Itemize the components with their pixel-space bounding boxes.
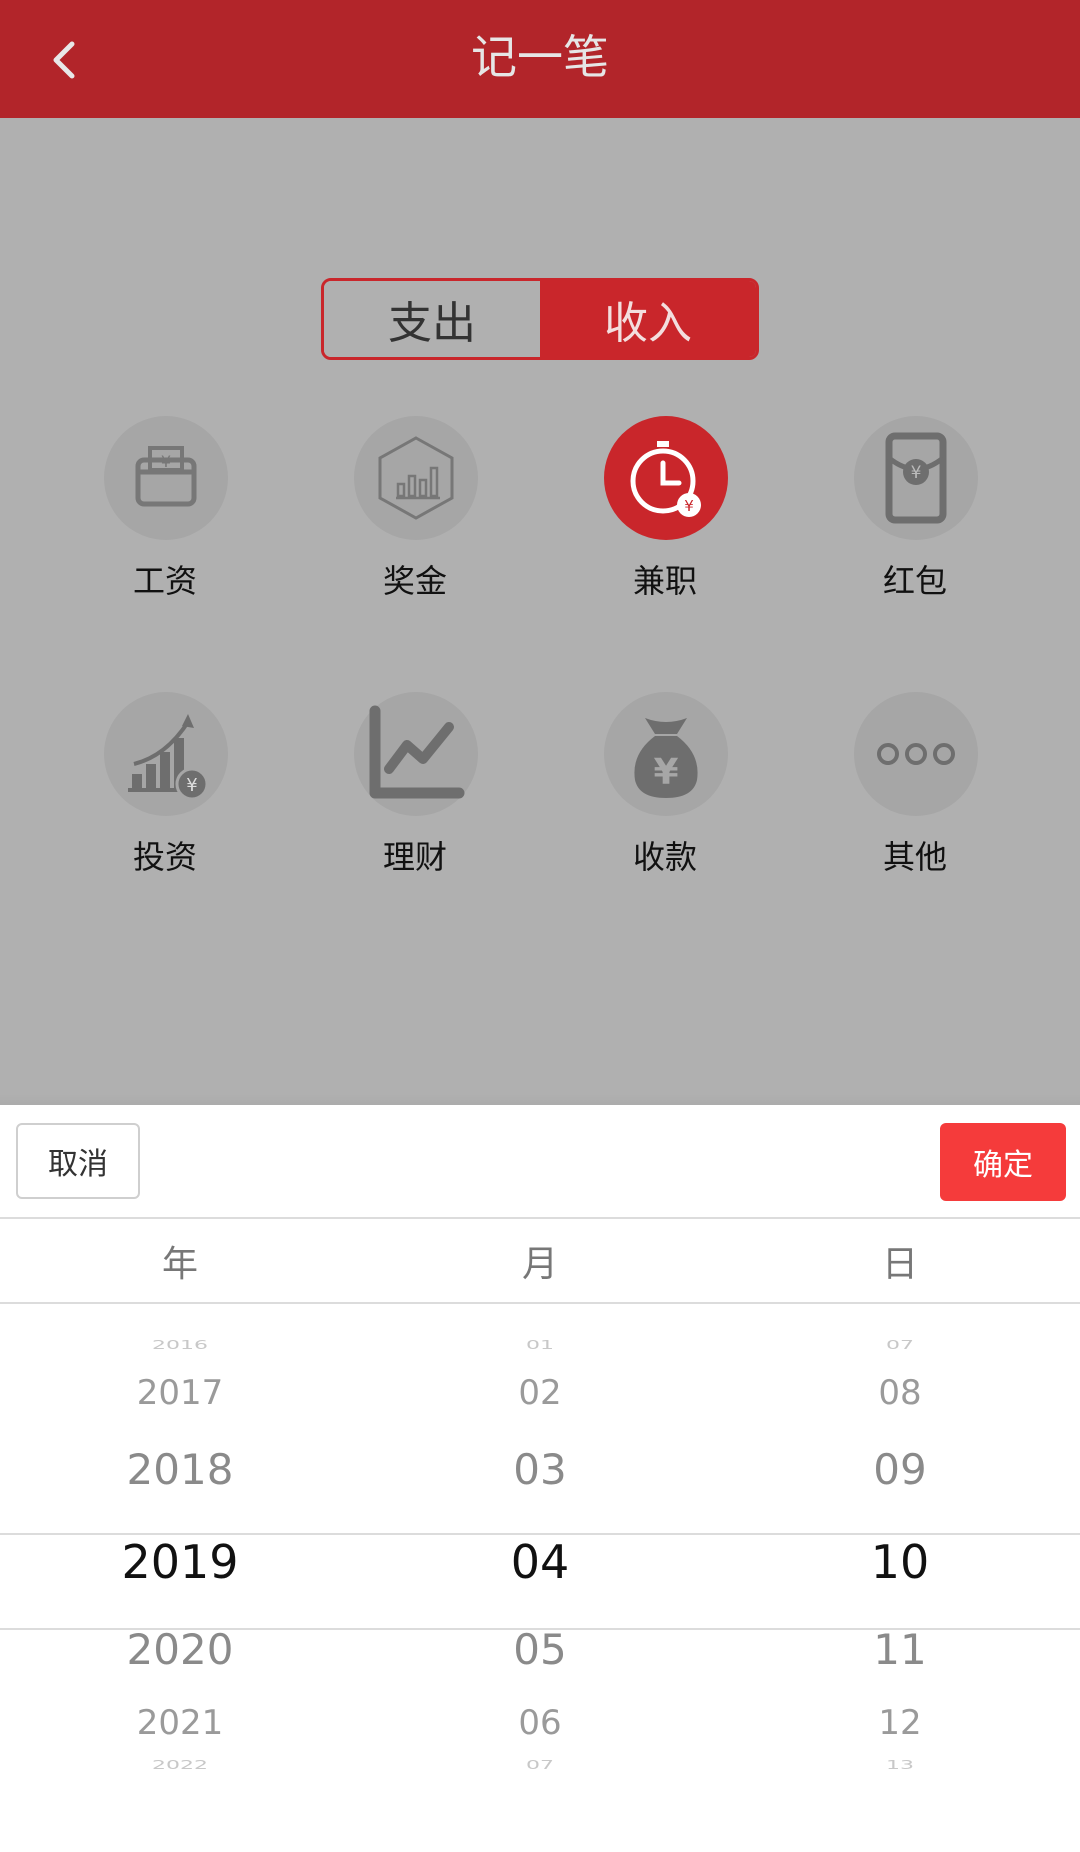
- category-invest-circle: ¥: [104, 692, 228, 816]
- category-salary[interactable]: ¥ 工资: [65, 416, 265, 656]
- confirm-button[interactable]: 确定: [940, 1123, 1066, 1201]
- cancel-button[interactable]: 取消: [16, 1123, 140, 1199]
- date-picker-sheet: 取消 确定 年 月 日 2016 2017 2018 2019 2020 202…: [0, 1105, 1080, 1852]
- growth-chart-yen-icon: ¥: [128, 714, 209, 801]
- category-other[interactable]: 其他: [815, 692, 1015, 932]
- svg-text:¥: ¥: [161, 452, 171, 471]
- main-content: 支出 收入 ¥ 工资 奖金 ¥ 兼职 ¥ 红包 ¥ 投资 理财 ¥ 收款 其他: [0, 118, 1080, 1105]
- category-finance-label: 理财: [382, 838, 447, 876]
- category-bonus-circle: [354, 416, 478, 540]
- type-toggle: 支出 收入: [321, 278, 759, 360]
- column-header-month: 月: [521, 1244, 558, 1285]
- wheel-option[interactable]: 02: [360, 1373, 720, 1413]
- month-wheel[interactable]: 01 02 03 04 05 06 07: [360, 1305, 720, 1852]
- app-header: 记一笔: [0, 0, 1080, 118]
- wheel-option[interactable]: 12: [720, 1703, 1080, 1743]
- year-wheel[interactable]: 2016 2017 2018 2019 2020 2021 2022: [0, 1305, 360, 1852]
- wheel-option[interactable]: 2018: [0, 1445, 360, 1494]
- category-receive-label: 收款: [632, 838, 697, 876]
- three-dots-icon: [877, 743, 955, 765]
- svg-text:¥: ¥: [911, 463, 922, 483]
- line-chart-icon: [369, 705, 465, 799]
- category-salary-label: 工资: [132, 562, 197, 600]
- wheel-option[interactable]: 2016: [0, 1339, 360, 1353]
- category-receive-circle: ¥: [604, 692, 728, 816]
- wheel-option[interactable]: 2020: [0, 1625, 360, 1674]
- red-envelope-yen-icon: ¥: [885, 432, 947, 524]
- category-finance-circle: [354, 692, 478, 816]
- wheel-option-selected[interactable]: 04: [360, 1535, 720, 1589]
- wheel-option[interactable]: 11: [720, 1625, 1080, 1674]
- wheel-option[interactable]: 07: [720, 1339, 1080, 1353]
- tab-income[interactable]: 收入: [540, 281, 756, 357]
- tab-expense[interactable]: 支出: [324, 281, 540, 357]
- wheel-option[interactable]: 13: [720, 1759, 1080, 1773]
- category-invest[interactable]: ¥ 投资: [65, 692, 265, 932]
- category-redpacket[interactable]: ¥ 红包: [815, 416, 1015, 656]
- category-bonus[interactable]: 奖金: [315, 416, 515, 656]
- category-parttime-label: 兼职: [632, 562, 697, 600]
- category-receive[interactable]: ¥ 收款: [565, 692, 765, 932]
- category-bonus-label: 奖金: [382, 562, 447, 600]
- category-redpacket-circle: ¥: [854, 416, 978, 540]
- svg-text:¥: ¥: [186, 775, 197, 796]
- wheel-option[interactable]: 2021: [0, 1703, 360, 1743]
- divider: [0, 1302, 1080, 1304]
- wheel-option[interactable]: 05: [360, 1625, 720, 1674]
- category-other-circle: [854, 692, 978, 816]
- divider: [0, 1217, 1080, 1219]
- svg-text:¥: ¥: [653, 752, 678, 793]
- category-finance[interactable]: 理财: [315, 692, 515, 932]
- category-parttime[interactable]: ¥ 兼职: [565, 416, 765, 656]
- svg-text:¥: ¥: [684, 497, 694, 515]
- wheel-option[interactable]: 08: [720, 1373, 1080, 1413]
- category-salary-circle: ¥: [104, 416, 228, 540]
- hexagon-bar-chart-icon: [378, 436, 454, 520]
- wheel-option[interactable]: 01: [360, 1339, 720, 1353]
- clock-yen-icon: ¥: [630, 441, 701, 517]
- page-title: 记一笔: [471, 30, 609, 84]
- wheel-option[interactable]: 2017: [0, 1373, 360, 1413]
- category-invest-label: 投资: [132, 838, 197, 876]
- column-header-year: 年: [161, 1244, 198, 1285]
- category-redpacket-label: 红包: [882, 562, 947, 600]
- money-bag-yen-icon: ¥: [634, 718, 698, 798]
- wheel-option[interactable]: 09: [720, 1445, 1080, 1494]
- wheel-option[interactable]: 06: [360, 1703, 720, 1743]
- wallet-yen-icon: ¥: [135, 446, 197, 507]
- column-header-day: 日: [881, 1244, 918, 1285]
- wheel-option[interactable]: 07: [360, 1759, 720, 1773]
- category-other-label: 其他: [882, 838, 947, 876]
- wheel-option-selected[interactable]: 10: [720, 1535, 1080, 1589]
- wheel-option-selected[interactable]: 2019: [0, 1535, 360, 1589]
- wheel-option[interactable]: 2022: [0, 1759, 360, 1773]
- wheel-option[interactable]: 03: [360, 1445, 720, 1494]
- category-parttime-circle: ¥: [604, 416, 728, 540]
- day-wheel[interactable]: 07 08 09 10 11 12 13: [720, 1305, 1080, 1852]
